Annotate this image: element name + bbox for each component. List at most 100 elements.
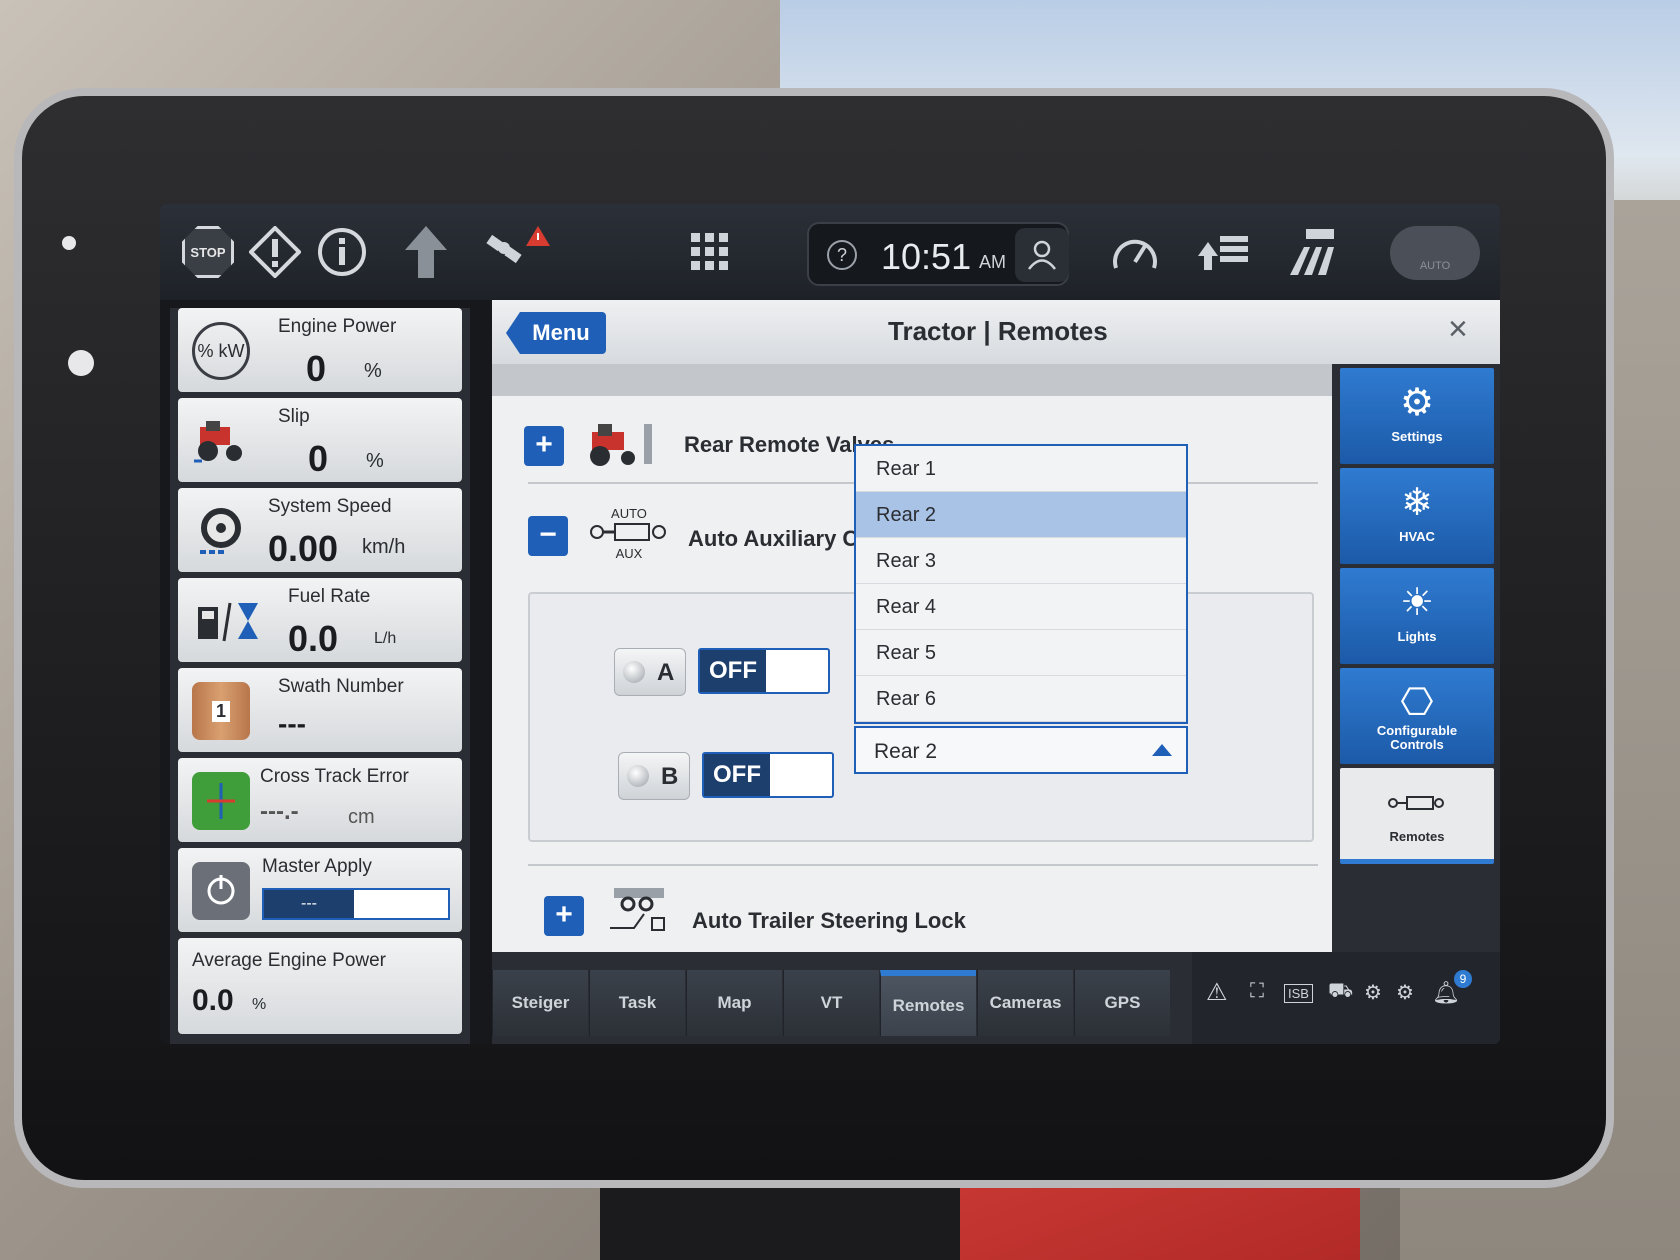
channel-a-state: OFF <box>700 650 766 692</box>
help-icon[interactable]: ? <box>827 240 857 270</box>
swath-icon: 1 <box>192 682 250 740</box>
collapse-auto-aux-button[interactable]: − <box>528 516 568 556</box>
tab-cameras[interactable]: Cameras <box>977 970 1073 1036</box>
power-led <box>68 350 94 376</box>
clock-panel: ? 10:51 AM <box>807 222 1069 286</box>
remote-select-dropdown[interactable]: Rear 2 <box>854 726 1188 774</box>
dropdown-option[interactable]: Rear 3 <box>856 538 1186 584</box>
widget-title: Slip <box>278 406 310 427</box>
expand-rear-remote-button[interactable]: + <box>524 426 564 466</box>
dropdown-selected-value: Rear 2 <box>874 740 938 763</box>
channel-a-radio[interactable]: A <box>614 648 686 696</box>
sidenav-hvac[interactable]: ❄ HVAC <box>1340 468 1494 564</box>
tab-steiger[interactable]: Steiger <box>492 970 588 1036</box>
widget-value: 0 <box>306 348 327 389</box>
master-apply-icon <box>192 862 250 920</box>
widget-slip[interactable]: Slip 0 % <box>178 398 462 482</box>
widget-unit: L/h <box>374 630 397 647</box>
sidenav-label: Remotes <box>1389 829 1445 844</box>
sidenav-configurable-controls[interactable]: ⎔ Configurable Controls <box>1340 668 1494 764</box>
widget-unit: % <box>364 360 382 382</box>
sidenav-lights[interactable]: ☀ Lights <box>1340 568 1494 664</box>
auto-steer-button[interactable]: AUTO <box>1390 226 1480 280</box>
channel-b-state: OFF <box>704 754 770 796</box>
widget-system-speed[interactable]: System Speed 0.00 km/h <box>178 488 462 572</box>
upload-arrow-icon[interactable] <box>398 226 454 278</box>
performance-gauge-icon[interactable] <box>1110 226 1160 278</box>
header-subbar <box>492 364 1332 396</box>
widget-value: 0 <box>308 438 329 479</box>
gps-satellite-warning-icon[interactable] <box>482 226 552 278</box>
tab-task[interactable]: Task <box>589 970 685 1036</box>
widget-value: 0.0 <box>192 984 234 1017</box>
warning-diamond-icon[interactable] <box>248 226 302 278</box>
implement-status-icon-2: ⚙ <box>1396 982 1414 1004</box>
remote-select-dropdown-list: Rear 1 Rear 2 Rear 3 Rear 4 Rear 5 Rear … <box>854 444 1188 724</box>
master-apply-value: --- <box>264 890 354 918</box>
status-tray: ⚠ ⛶ ISB ⛟ ⚙ ⚙ 🔔︎ 9 <box>1192 952 1500 1044</box>
dropdown-option[interactable]: Rear 6 <box>856 676 1186 722</box>
auto-aux-icon-top: AUTO <box>611 506 647 521</box>
dropdown-option[interactable]: Rear 5 <box>856 630 1186 676</box>
apps-grid-icon[interactable] <box>690 226 730 278</box>
channel-a-state-field[interactable]: OFF <box>698 648 830 694</box>
dropdown-option[interactable]: Rear 1 <box>856 446 1186 492</box>
tab-vt[interactable]: VT <box>783 970 879 1036</box>
expand-trailer-lock-button[interactable]: + <box>544 896 584 936</box>
widget-engine-power[interactable]: % kW Engine Power 0 % <box>178 308 462 392</box>
menu-button[interactable]: Menu <box>506 312 606 354</box>
channel-a-label: A <box>657 659 675 686</box>
channel-b-label: B <box>661 763 679 790</box>
widget-unit: km/h <box>362 536 406 558</box>
tab-map[interactable]: Map <box>686 970 782 1036</box>
trailer-lock-icon <box>604 884 674 941</box>
channel-b-state-field[interactable]: OFF <box>702 752 834 798</box>
channel-b-radio[interactable]: B <box>618 752 690 800</box>
configurable-controls-icon: ⎔ <box>1400 682 1434 724</box>
chevron-up-icon <box>1152 744 1172 756</box>
implement-status-icon: ⚙ <box>1364 982 1382 1004</box>
widget-title: Master Apply <box>262 856 372 877</box>
page-title: Tractor | Remotes <box>888 316 1108 346</box>
widget-unit: cm <box>348 806 375 828</box>
sidenav-label: Configurable Controls <box>1376 723 1458 752</box>
widget-value: 0.00 <box>268 528 339 569</box>
widget-fuel-rate[interactable]: Fuel Rate 0.0 L/h <box>178 578 462 662</box>
info-icon[interactable] <box>316 226 368 278</box>
widget-master-apply[interactable]: Master Apply --- <box>178 848 462 932</box>
tractor-status-icon: ⛟ <box>1328 980 1354 1002</box>
dropdown-option-selected[interactable]: Rear 2 <box>856 492 1186 538</box>
sidenav-remotes[interactable]: Remotes <box>1340 768 1494 864</box>
tab-remotes[interactable]: Remotes <box>880 970 976 1036</box>
radio-indicator <box>623 661 645 683</box>
top-bar: STOP ? 10:51 AM AUTO <box>160 204 1500 300</box>
field-status-icon: ⛶ <box>1250 980 1264 1002</box>
widget-average-engine-power[interactable]: Average Engine Power 0.0 % <box>178 938 462 1034</box>
widget-cross-track-error[interactable]: Cross Track Error ---.- cm <box>178 758 462 842</box>
auto-aux-icon-bottom: AUX <box>615 546 643 561</box>
close-icon[interactable]: × <box>1448 310 1468 349</box>
alarm-warning-icon[interactable]: ⚠ <box>1206 978 1228 1007</box>
settings-gear-icon: ⚙ <box>1399 382 1435 424</box>
stop-icon[interactable]: STOP <box>182 226 234 278</box>
side-nav: ⚙ Settings ❄ HVAC ☀ Lights ⎔ Configurabl… <box>1334 364 1500 952</box>
isb-badge: ISB <box>1284 984 1313 1003</box>
trailer-steering-lock-label: Auto Trailer Steering Lock <box>692 908 966 933</box>
tractor-valve-icon <box>586 418 660 477</box>
stop-label: STOP <box>190 244 226 260</box>
tab-gps[interactable]: GPS <box>1074 970 1170 1036</box>
bottom-tabs: Steiger Task Map VT Remotes Cameras GPS <box>492 952 1172 1044</box>
master-apply-bar[interactable]: --- <box>262 888 450 920</box>
speed-icon <box>192 502 250 560</box>
dropdown-option[interactable]: Rear 4 <box>856 584 1186 630</box>
sidenav-label: HVAC <box>1399 529 1435 544</box>
row-divider <box>528 864 1318 866</box>
widget-swath-number[interactable]: 1 Swath Number --- <box>178 668 462 752</box>
display-screen: STOP ? 10:51 AM AUTO % kW Engine Power 0… <box>160 204 1500 1044</box>
field-implement-icon[interactable] <box>1284 226 1340 278</box>
headland-icon[interactable] <box>1196 226 1252 278</box>
clock-time: 10:51 <box>881 236 972 277</box>
user-icon[interactable] <box>1015 228 1069 282</box>
sidenav-label: Settings <box>1391 429 1443 444</box>
sidenav-settings[interactable]: ⚙ Settings <box>1340 368 1494 464</box>
